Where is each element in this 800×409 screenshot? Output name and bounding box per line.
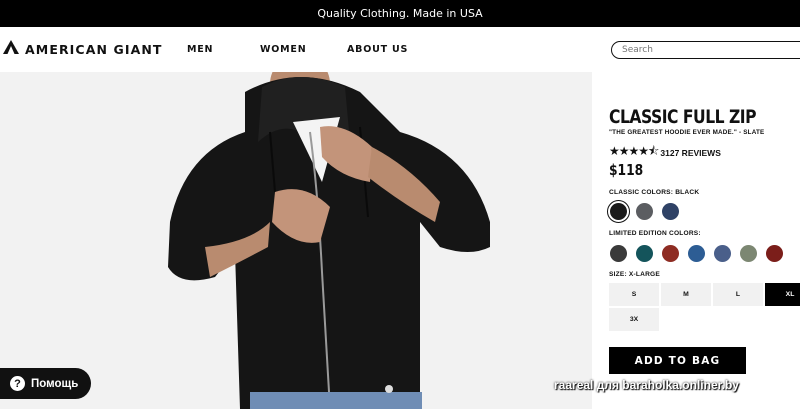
limited-color-swatches bbox=[610, 245, 783, 262]
limited-color-swatch-4[interactable] bbox=[688, 245, 705, 262]
size-option-m[interactable]: M bbox=[661, 283, 711, 306]
limited-color-swatch-7[interactable] bbox=[766, 245, 783, 262]
classic-color-swatch-2[interactable] bbox=[636, 203, 653, 220]
rating: ★★★★⯪ 3127 REVIEWS bbox=[609, 142, 721, 163]
size-option-l[interactable]: L bbox=[713, 283, 763, 306]
size-option-xl[interactable]: XL bbox=[765, 283, 800, 306]
size-label: SIZE: X-LARGE bbox=[609, 271, 660, 278]
product-title: CLASSIC FULL ZIP bbox=[609, 106, 757, 128]
main-nav: AMERICAN GIANT MEN WOMEN ABOUT US bbox=[0, 27, 800, 72]
top-banner: Quality Clothing. Made in USA bbox=[0, 0, 800, 27]
banner-text: Quality Clothing. Made in USA bbox=[317, 7, 483, 20]
limited-color-swatch-1[interactable] bbox=[610, 245, 627, 262]
add-to-bag-button[interactable]: ADD TO BAG bbox=[609, 347, 746, 374]
classic-colors-label: CLASSIC COLORS: BLACK bbox=[609, 189, 700, 196]
product-subtitle: "THE GREATEST HOODIE EVER MADE." - SLATE bbox=[609, 129, 765, 136]
classic-color-swatch-3[interactable] bbox=[662, 203, 679, 220]
limited-color-swatch-2[interactable] bbox=[636, 245, 653, 262]
limited-color-swatch-5[interactable] bbox=[714, 245, 731, 262]
nav-about-us[interactable]: ABOUT US bbox=[347, 44, 408, 55]
limited-color-swatch-3[interactable] bbox=[662, 245, 679, 262]
product-image bbox=[0, 72, 592, 409]
question-icon: ? bbox=[10, 376, 25, 391]
nav-women[interactable]: WOMEN bbox=[260, 44, 306, 55]
logo-text: AMERICAN GIANT bbox=[25, 41, 163, 57]
help-button[interactable]: ? Помощь bbox=[0, 368, 91, 399]
search-input[interactable] bbox=[611, 41, 800, 59]
product-panel: CLASSIC FULL ZIP "THE GREATEST HOODIE EV… bbox=[592, 95, 800, 409]
watermark: raareal для baraholka.onliner.by bbox=[554, 378, 739, 392]
hoodie-model-illustration bbox=[168, 72, 490, 409]
logo-mountain-icon bbox=[3, 39, 19, 59]
classic-color-swatches bbox=[607, 200, 679, 223]
star-rating-icon: ★★★★⯪ bbox=[609, 144, 659, 158]
size-option-s[interactable]: S bbox=[609, 283, 659, 306]
limited-colors-label: LIMITED EDITION COLORS: bbox=[609, 230, 701, 237]
classic-color-swatch-1[interactable] bbox=[607, 200, 630, 223]
nav-men[interactable]: MEN bbox=[187, 44, 213, 55]
help-label: Помощь bbox=[31, 377, 79, 390]
price: $118 bbox=[609, 161, 644, 179]
size-option-3x[interactable]: 3X bbox=[609, 308, 659, 331]
reviews-link[interactable]: 3127 REVIEWS bbox=[660, 148, 720, 158]
limited-color-swatch-6[interactable] bbox=[740, 245, 757, 262]
logo[interactable]: AMERICAN GIANT bbox=[3, 39, 163, 59]
